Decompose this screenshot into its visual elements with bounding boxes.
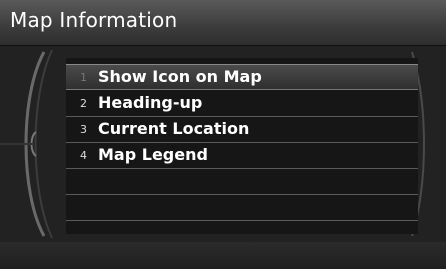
menu-item-current-location[interactable]: 3 Current Location xyxy=(66,117,418,143)
row-divider xyxy=(66,220,418,221)
menu-empty-row xyxy=(66,195,418,221)
menu-item-heading-up[interactable]: 2 Heading-up xyxy=(66,91,418,117)
menu-item-number: 3 xyxy=(80,123,87,136)
menu-item-number: 4 xyxy=(80,149,87,162)
menu-item-label: Show Icon on Map xyxy=(98,67,262,86)
menu-item-label: Current Location xyxy=(98,119,250,138)
menu-item-number: 1 xyxy=(80,71,87,84)
left-bracket-ornament xyxy=(0,49,53,239)
footer-bar xyxy=(0,242,446,269)
navigation-screen: Map Information 1 Show Icon on Map 2 Hea… xyxy=(0,0,446,269)
menu-item-map-legend[interactable]: 4 Map Legend xyxy=(66,143,418,169)
menu-empty-row xyxy=(66,169,418,195)
title-bar: Map Information xyxy=(0,0,446,46)
menu-item-show-icon-on-map[interactable]: 1 Show Icon on Map xyxy=(66,64,418,90)
menu-item-number: 2 xyxy=(80,97,87,110)
menu-item-label: Map Legend xyxy=(98,145,208,164)
menu-item-label: Heading-up xyxy=(98,93,203,112)
page-title: Map Information xyxy=(10,8,178,32)
